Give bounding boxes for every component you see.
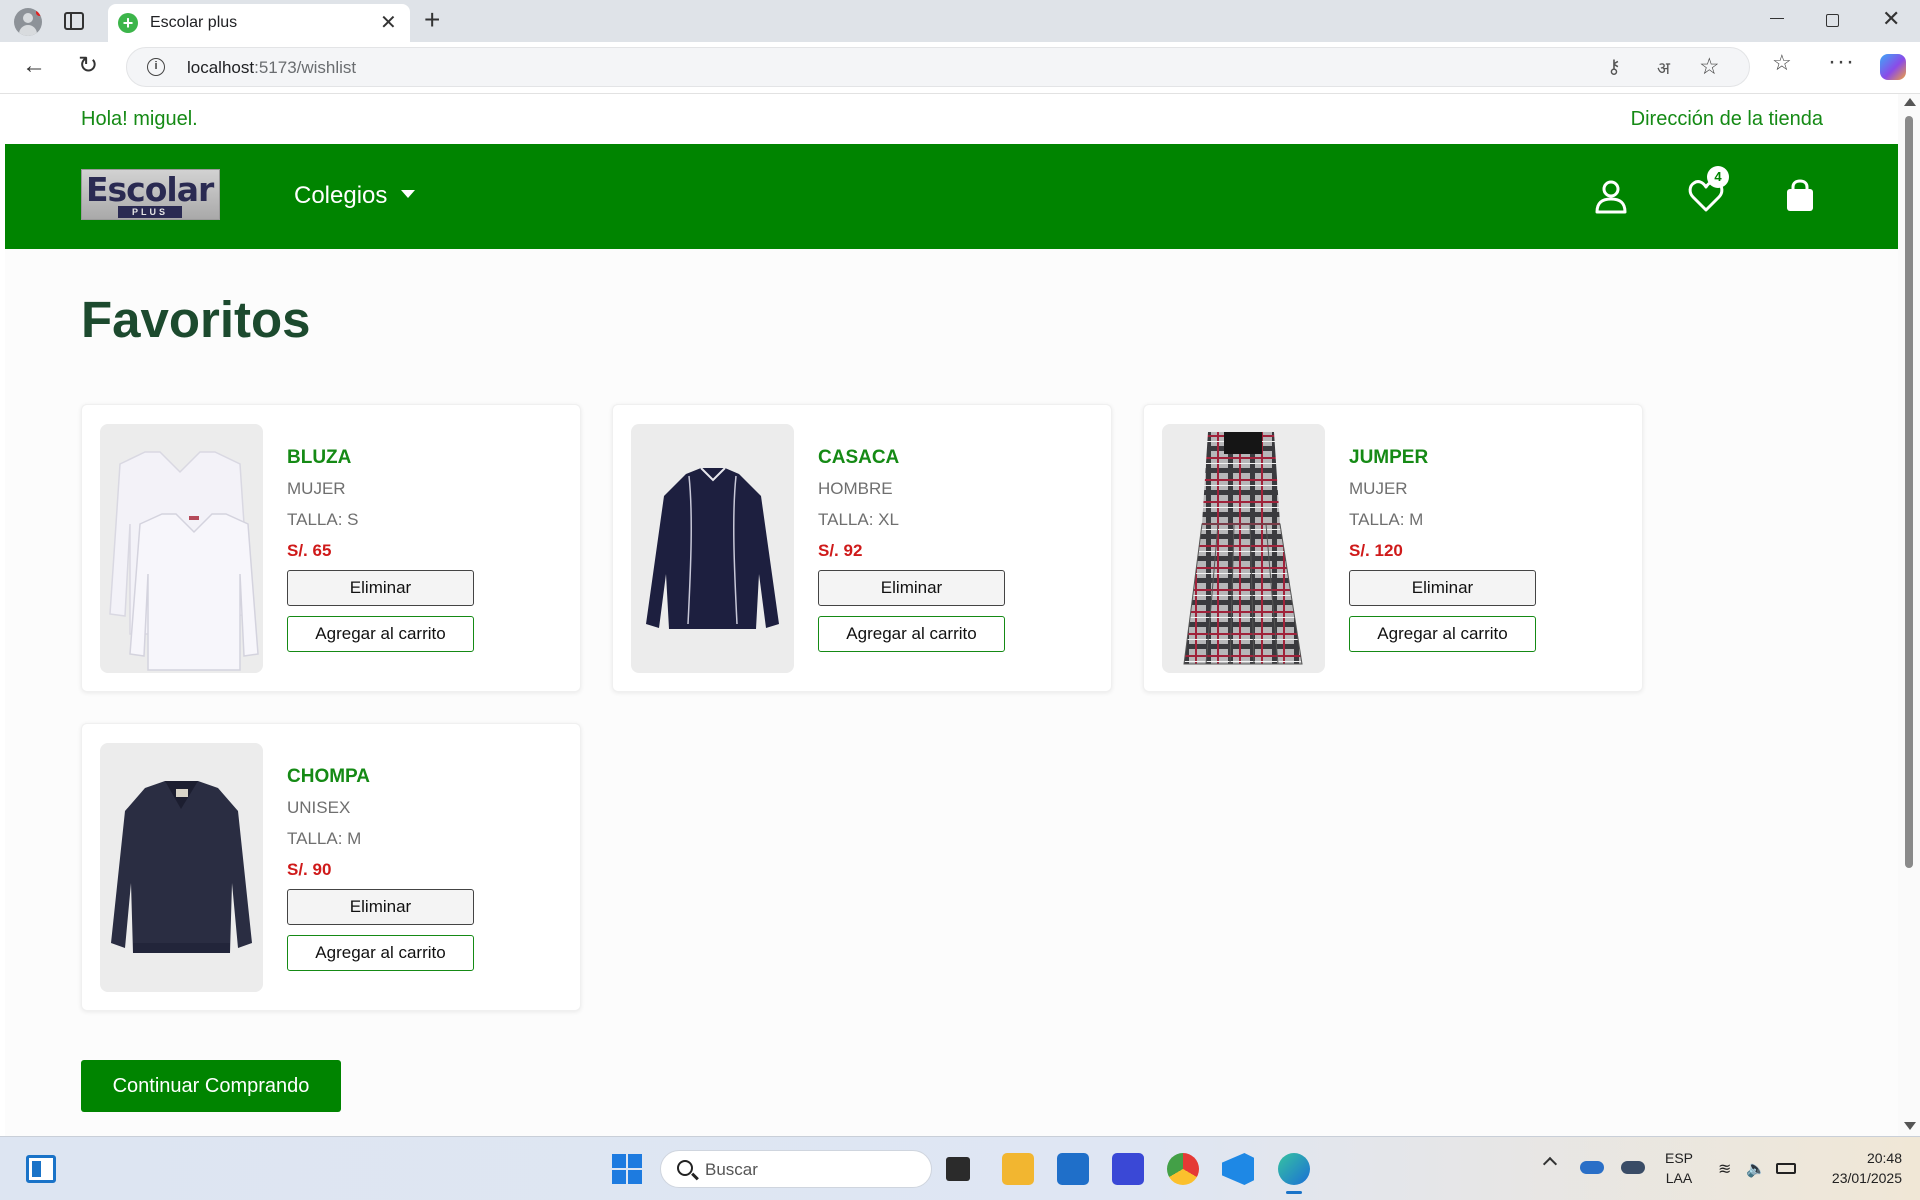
escolar-plus-logo[interactable]: Escolar PLUS <box>81 169 220 220</box>
system-clock[interactable]: 20:48 23/01/2025 <box>1816 1148 1902 1188</box>
add-to-cart-button[interactable]: Agregar al carrito <box>818 616 1005 652</box>
add-to-cart-button[interactable]: Agregar al carrito <box>1349 616 1536 652</box>
continue-shopping-button[interactable]: Continuar Comprando <box>81 1060 341 1112</box>
volume-icon[interactable]: 🔈 <box>1746 1159 1766 1179</box>
favorite-star-icon[interactable]: ☆ <box>1699 53 1720 80</box>
windows-taskbar: Buscar ESP LAA ≋ 🔈 20:48 23/01/2025 <box>0 1136 1920 1200</box>
page-title: Favoritos <box>81 291 311 348</box>
product-gender: MUJER <box>1349 479 1408 498</box>
search-placeholder: Buscar <box>705 1160 758 1179</box>
product-name[interactable]: CHOMPA <box>287 766 370 788</box>
onedrive-cloud-icon[interactable] <box>1580 1161 1604 1174</box>
chrome-icon[interactable] <box>1167 1153 1199 1185</box>
product-gender: UNISEX <box>287 798 351 817</box>
window-close-icon[interactable]: ✕ <box>1882 6 1900 32</box>
wishlist-card: CASACA HOMBRE TALLA: XL S/. 92 Eliminar … <box>612 404 1112 692</box>
favorites-list-icon[interactable]: ☆ <box>1772 50 1792 76</box>
tab-title: Escolar plus <box>150 14 238 31</box>
product-size: TALLA: M <box>1349 510 1424 529</box>
new-tab-icon[interactable]: + <box>424 4 440 36</box>
onedrive-personal-cloud-icon[interactable] <box>1621 1161 1645 1174</box>
visual-studio-icon[interactable] <box>1112 1153 1144 1185</box>
window-restore-icon[interactable] <box>1826 14 1839 27</box>
browser-tab-active[interactable]: + Escolar plus ✕ <box>108 4 410 42</box>
file-explorer-icon[interactable] <box>1002 1153 1034 1185</box>
product-size: TALLA: S <box>287 510 359 529</box>
wishlist-card: BLUZA MUJER TALLA: S S/. 65 Eliminar Agr… <box>81 404 581 692</box>
more-options-icon[interactable]: ··· <box>1828 48 1855 76</box>
chevron-down-icon <box>401 189 416 198</box>
widgets-icon[interactable] <box>26 1155 56 1183</box>
remove-from-wishlist-button[interactable]: Eliminar <box>818 570 1005 606</box>
edge-browser-icon[interactable] <box>1278 1153 1310 1194</box>
task-view-icon[interactable] <box>946 1157 970 1181</box>
product-gender: HOMBRE <box>818 479 893 498</box>
product-name[interactable]: JUMPER <box>1349 447 1428 469</box>
colegios-dropdown[interactable]: Colegios <box>294 182 416 210</box>
back-arrow-icon[interactable]: ← <box>22 52 46 80</box>
product-name[interactable]: BLUZA <box>287 447 351 469</box>
wishlist-card: JUMPER MUJER TALLA: M S/. 120 Eliminar A… <box>1143 404 1643 692</box>
read-aloud-icon[interactable]: अ <box>1657 56 1670 79</box>
product-price: S/. 120 <box>1349 541 1403 560</box>
navy-sweater-image <box>100 743 263 992</box>
product-price: S/. 65 <box>287 541 332 560</box>
battery-icon[interactable] <box>1776 1163 1796 1174</box>
url-text[interactable]: localhost:5173/wishlist <box>187 58 356 78</box>
browser-toolbar: ← ↻ i localhost:5173/wishlist ⚷ अ ☆ ☆ ··… <box>0 42 1920 94</box>
scroll-down-arrow-icon[interactable] <box>1904 1122 1916 1130</box>
product-gender: MUJER <box>287 479 346 498</box>
profile-avatar-icon[interactable] <box>14 8 42 36</box>
show-hidden-icons-chevron-icon[interactable] <box>1542 1156 1558 1172</box>
window-minimize-icon[interactable] <box>1770 18 1784 19</box>
user-greeting: Hola! miguel. <box>81 108 198 130</box>
page-viewport: Hola! miguel. Dirección de la tienda Esc… <box>5 94 1898 1136</box>
microsoft-store-icon[interactable] <box>1057 1153 1089 1185</box>
remove-from-wishlist-button[interactable]: Eliminar <box>1349 570 1536 606</box>
plaid-jumper-image <box>1162 424 1325 673</box>
taskbar-search[interactable]: Buscar <box>660 1150 932 1188</box>
search-icon <box>677 1160 693 1176</box>
product-name[interactable]: CASACA <box>818 447 899 469</box>
product-size: TALLA: M <box>287 829 362 848</box>
windows-start-icon[interactable] <box>612 1154 642 1184</box>
product-size: TALLA: XL <box>818 510 899 529</box>
scroll-up-arrow-icon[interactable] <box>1904 98 1916 106</box>
store-address-link[interactable]: Dirección de la tienda <box>1631 108 1823 131</box>
user-account-icon[interactable] <box>1593 178 1629 214</box>
navy-jacket-image <box>631 424 794 673</box>
vscode-icon[interactable] <box>1222 1153 1254 1185</box>
reload-icon[interactable]: ↻ <box>78 51 98 80</box>
password-key-icon[interactable]: ⚷ <box>1607 56 1621 79</box>
site-header: Escolar PLUS Colegios 4 <box>5 144 1898 249</box>
plus-favicon-icon: + <box>118 13 138 33</box>
wishlist-card: CHOMPA UNISEX TALLA: M S/. 90 Eliminar A… <box>81 723 581 1011</box>
copilot-icon[interactable] <box>1880 54 1906 80</box>
greeting-bar: Hola! miguel. Dirección de la tienda <box>5 94 1898 144</box>
tab-close-icon[interactable]: ✕ <box>380 10 397 35</box>
shopping-bag-icon[interactable] <box>1782 178 1818 214</box>
remove-from-wishlist-button[interactable]: Eliminar <box>287 570 474 606</box>
browser-tab-strip: + Escolar plus ✕ + ✕ <box>0 0 1920 42</box>
page-scrollbar[interactable] <box>1898 94 1920 1136</box>
address-bar[interactable]: i localhost:5173/wishlist ⚷ अ ☆ <box>126 47 1750 87</box>
white-blouse-image <box>100 424 263 673</box>
site-info-icon[interactable]: i <box>147 58 165 76</box>
input-language-indicator[interactable]: ESP LAA <box>1665 1148 1693 1188</box>
product-price: S/. 90 <box>287 860 332 879</box>
wishlist-count-badge: 4 <box>1707 166 1729 188</box>
remove-from-wishlist-button[interactable]: Eliminar <box>287 889 474 925</box>
add-to-cart-button[interactable]: Agregar al carrito <box>287 616 474 652</box>
add-to-cart-button[interactable]: Agregar al carrito <box>287 935 474 971</box>
tab-actions-icon[interactable] <box>64 12 84 30</box>
product-price: S/. 92 <box>818 541 863 560</box>
scroll-thumb[interactable] <box>1905 116 1913 868</box>
wifi-icon[interactable]: ≋ <box>1718 1159 1731 1179</box>
